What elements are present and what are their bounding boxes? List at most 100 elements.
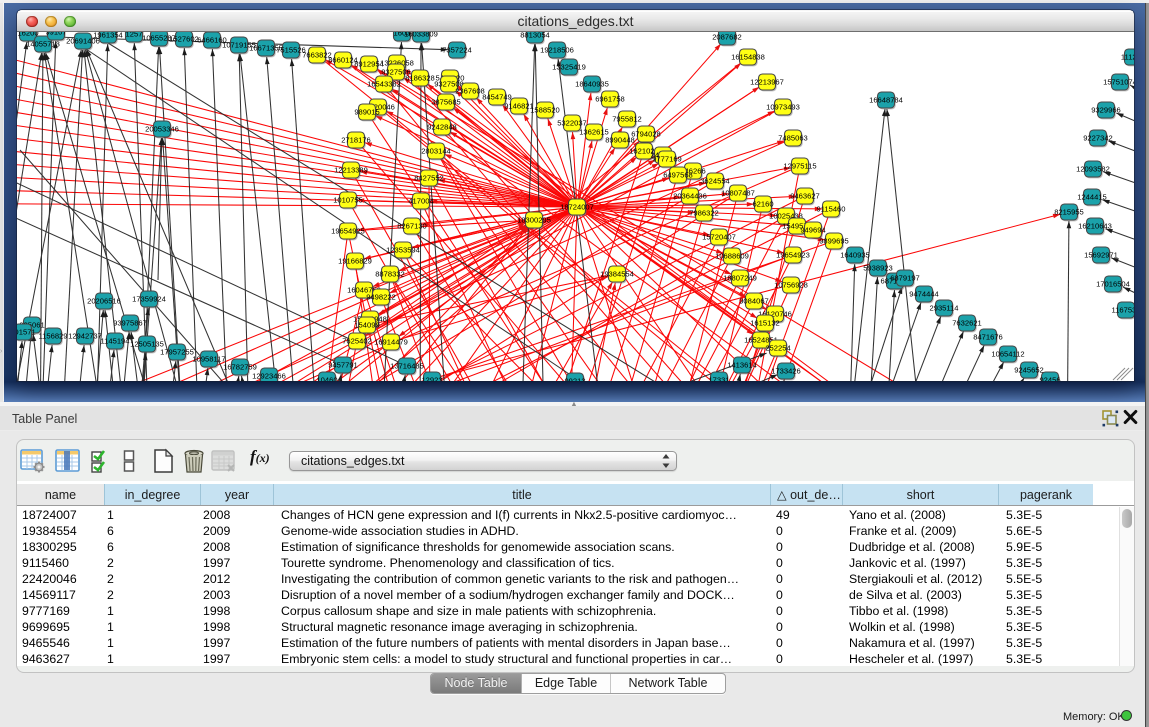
svg-text:391571: 391571 (17, 328, 36, 337)
svg-text:6879197: 6879197 (890, 274, 920, 283)
svg-text:1257: 1257 (126, 32, 143, 39)
svg-text:1527602: 1527602 (169, 35, 199, 44)
svg-text:17331: 17331 (708, 376, 729, 381)
svg-text:17359924: 17359924 (132, 295, 166, 304)
svg-text:62160: 62160 (752, 200, 773, 209)
svg-text:1244415: 1244415 (1077, 193, 1107, 202)
svg-text:8215955: 8215955 (1054, 208, 1084, 217)
svg-text:989015: 989015 (354, 108, 379, 117)
svg-text:18724007: 18724007 (560, 203, 594, 212)
svg-text:18300295: 18300295 (517, 216, 551, 225)
svg-text:1733426: 1733426 (771, 367, 801, 376)
svg-text:16648784: 16648784 (869, 96, 903, 105)
svg-text:8454749: 8454749 (482, 93, 512, 102)
svg-text:20053346: 20053346 (145, 125, 179, 134)
svg-text:93975867: 93975867 (113, 319, 147, 328)
svg-text:1413614: 1413614 (727, 361, 757, 370)
svg-text:9242848: 9242848 (427, 123, 457, 132)
svg-text:99107: 99107 (45, 32, 66, 37)
svg-text:9115460: 9115460 (817, 205, 846, 214)
svg-text:17957255: 17957255 (160, 348, 194, 357)
svg-text:949694: 949694 (800, 226, 825, 235)
svg-text:7485063: 7485063 (778, 134, 808, 143)
svg-text:252254: 252254 (765, 344, 790, 353)
svg-text:9227342: 9227342 (1083, 134, 1113, 143)
svg-text:154099: 154099 (354, 321, 379, 330)
svg-text:12505135: 12505135 (130, 340, 164, 349)
svg-text:9463627: 9463627 (790, 192, 820, 201)
svg-text:10807487: 10807487 (721, 189, 755, 198)
svg-text:19384554: 19384554 (600, 270, 634, 279)
svg-text:1640935: 1640935 (840, 251, 870, 260)
svg-text:7986322: 7986322 (689, 209, 719, 218)
svg-text:2718176: 2718176 (341, 136, 371, 145)
svg-text:9777169: 9777169 (652, 155, 682, 164)
svg-text:20206516: 20206516 (87, 297, 121, 306)
svg-text:16782759: 16782759 (223, 363, 257, 372)
svg-text:9498222: 9498222 (366, 293, 396, 302)
svg-text:10973493: 10973493 (766, 103, 800, 112)
svg-text:18640935: 18640935 (575, 80, 609, 89)
svg-text:111216: 111216 (1121, 53, 1134, 62)
svg-text:99213: 99213 (564, 377, 585, 381)
svg-text:9329966: 9329966 (1091, 106, 1121, 115)
svg-text:19218506: 19218506 (540, 46, 574, 55)
svg-text:417004: 417004 (408, 197, 433, 206)
svg-text:1961354: 1961354 (93, 32, 123, 40)
svg-text:2935114: 2935114 (930, 304, 959, 313)
svg-text:1010755: 1010755 (333, 196, 363, 205)
svg-text:8186328: 8186328 (405, 74, 435, 83)
svg-text:12942737: 12942737 (68, 332, 102, 341)
svg-text:17016504: 17016504 (1096, 280, 1130, 289)
svg-text:13325419: 13325419 (552, 63, 586, 72)
svg-text:18807249: 18807249 (723, 274, 757, 283)
svg-text:16033809: 16033809 (404, 32, 438, 39)
svg-text:9899695: 9899695 (819, 237, 849, 246)
svg-text:9084067: 9084067 (739, 297, 769, 306)
svg-text:6961758: 6961758 (595, 95, 625, 104)
svg-text:10460: 10460 (316, 376, 337, 381)
svg-text:1615132: 1615132 (750, 319, 780, 328)
svg-text:12213967: 12213967 (750, 78, 784, 87)
svg-text:12213389: 12213389 (334, 166, 368, 175)
svg-text:8471676: 8471676 (973, 333, 1003, 342)
svg-text:9474444: 9474444 (909, 290, 939, 299)
svg-text:1156829: 1156829 (39, 332, 68, 341)
svg-text:16210643: 16210643 (1078, 222, 1112, 231)
svg-text:10688609: 10688609 (715, 252, 749, 261)
svg-text:8813054: 8813054 (520, 32, 550, 40)
svg-text:16543382: 16543382 (367, 80, 401, 89)
svg-text:8878332: 8878332 (375, 270, 405, 279)
svg-text:2803144: 2803144 (421, 147, 451, 156)
svg-text:8427552: 8427552 (414, 174, 444, 183)
svg-text:10654112: 10654112 (991, 350, 1024, 359)
svg-text:9245652: 9245652 (1014, 366, 1044, 375)
svg-text:1588520: 1588520 (530, 106, 560, 115)
svg-text:2087682: 2087682 (712, 33, 742, 42)
svg-text:6794028: 6794028 (631, 130, 661, 139)
svg-text:20364436: 20364436 (673, 192, 707, 201)
svg-text:19654923: 19654923 (776, 251, 810, 260)
svg-text:7625402: 7625402 (342, 337, 372, 346)
svg-text:2367608: 2367608 (455, 87, 485, 96)
svg-text:7955812: 7955812 (612, 115, 642, 124)
svg-text:12093582: 12093582 (1076, 165, 1110, 174)
svg-text:15692971: 15692971 (1084, 251, 1118, 260)
svg-text:3875685: 3875685 (431, 98, 461, 107)
svg-text:5938923: 5938923 (863, 264, 893, 273)
svg-text:5322037: 5322037 (557, 119, 587, 128)
svg-text:13716485: 13716485 (390, 362, 424, 371)
svg-text:7357224: 7357224 (442, 46, 472, 55)
svg-text:1145194: 1145194 (101, 337, 130, 346)
svg-text:12975115: 12975115 (783, 162, 816, 171)
svg-text:10756928: 10756928 (774, 281, 808, 290)
svg-text:12353594: 12353594 (386, 246, 420, 255)
svg-text:15720407: 15720407 (702, 233, 736, 242)
svg-text:7632621: 7632621 (952, 319, 982, 328)
svg-text:6497568: 6497568 (663, 171, 693, 180)
svg-text:15751074: 15751074 (1103, 78, 1134, 87)
svg-text:16914479: 16914479 (374, 338, 408, 347)
svg-text:12923466: 12923466 (252, 372, 286, 381)
svg-text:8267130: 8267130 (397, 222, 427, 231)
svg-text:12923: 12923 (421, 376, 442, 381)
